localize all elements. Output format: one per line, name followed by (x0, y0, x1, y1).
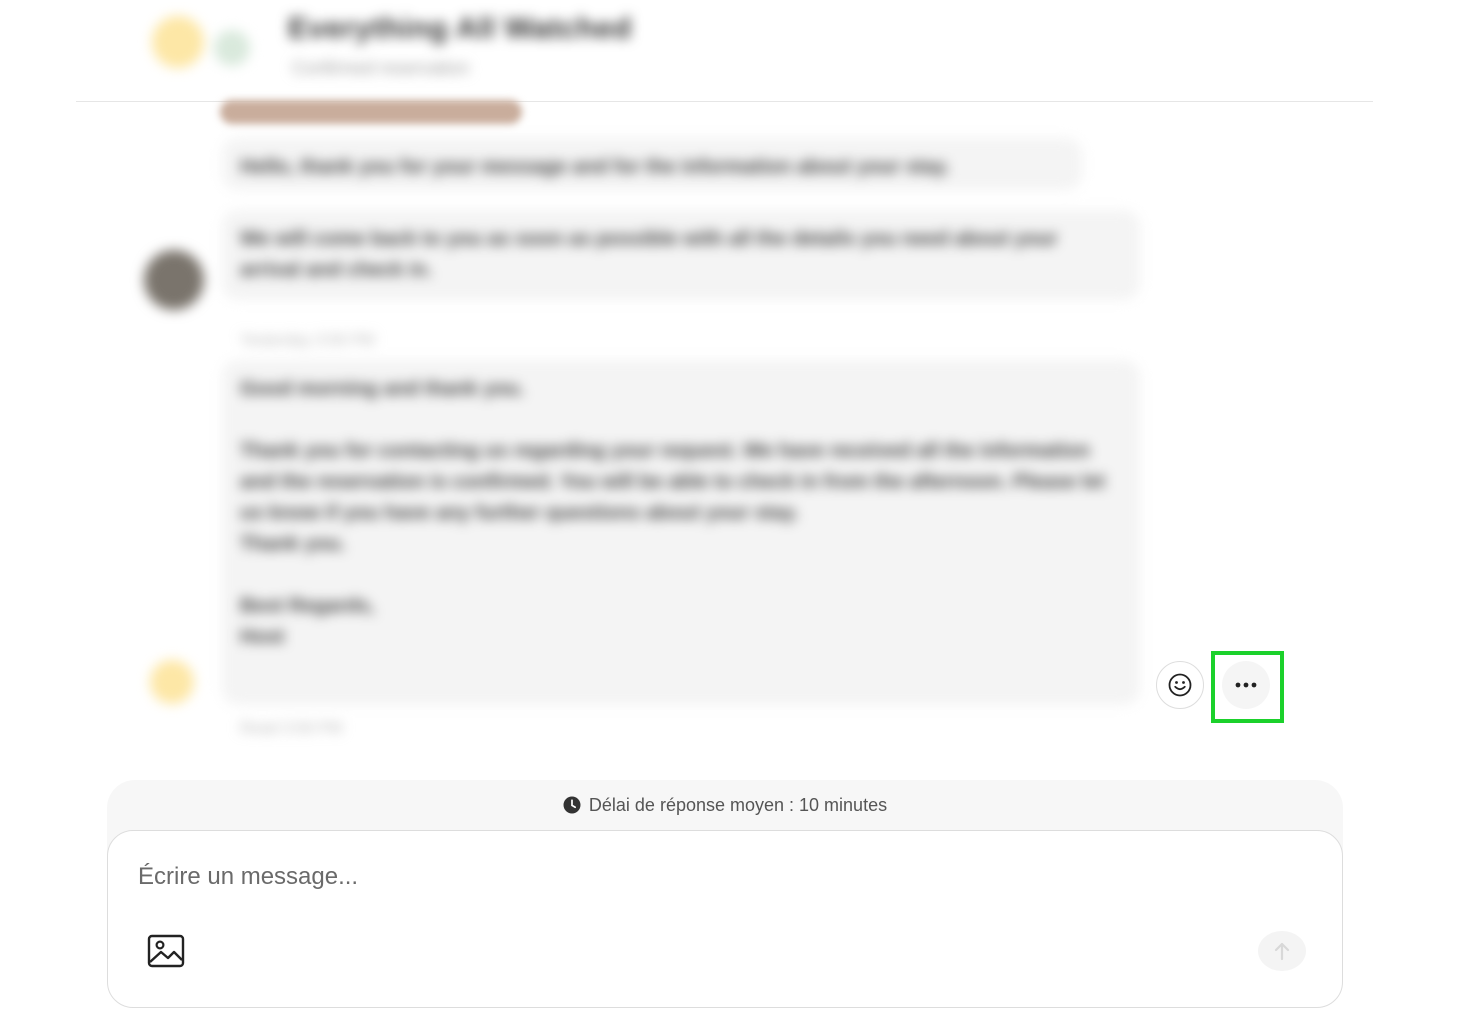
smiley-face-icon (1167, 672, 1193, 698)
messaging-page: Everything All Watched Confirmed reserva… (0, 0, 1459, 1016)
message-text: Hello, thank you for your message and fo… (240, 156, 950, 178)
arrow-up-icon (1273, 941, 1291, 961)
attach-image-button[interactable] (144, 931, 188, 971)
image-icon (147, 934, 185, 968)
read-receipt: Read 3:56 PM (240, 720, 343, 737)
message-bubble: Hello, thank you for your message and fo… (222, 138, 1082, 190)
listing-avatar (214, 30, 250, 66)
response-time-text: Délai de réponse moyen : 10 minutes (588, 794, 888, 815)
message-bubble: We will come back to you as soon as poss… (222, 210, 1140, 300)
user-avatar (150, 660, 194, 704)
message-text: We will come back to you as soon as poss… (240, 228, 1058, 281)
send-button[interactable] (1258, 931, 1306, 971)
add-reaction-button[interactable] (1156, 661, 1204, 709)
conversation-subtitle: Confirmed reservation (292, 58, 470, 78)
sender-name-redacted (220, 100, 522, 124)
sender-avatar (144, 250, 204, 310)
clock-icon (563, 796, 581, 814)
message-text: Good morning and thank you. Thank you fo… (240, 378, 1106, 648)
composer-container: Délai de réponse moyen : 10 minutes (107, 780, 1343, 1008)
conversation-title: Everything All Watched (288, 12, 632, 45)
host-avatar (152, 16, 204, 68)
message-input[interactable] (138, 857, 1238, 897)
message-timestamp: Yesterday 3:56 PM (240, 332, 375, 349)
ellipsis-icon (1233, 681, 1259, 689)
conversation-area: Everything All Watched Confirmed reserva… (0, 0, 1459, 760)
more-options-button[interactable] (1222, 661, 1270, 709)
response-time-info: Délai de réponse moyen : 10 minutes (107, 780, 1343, 830)
message-bubble: Good morning and thank you. Thank you fo… (222, 360, 1140, 705)
message-composer (107, 830, 1343, 1008)
